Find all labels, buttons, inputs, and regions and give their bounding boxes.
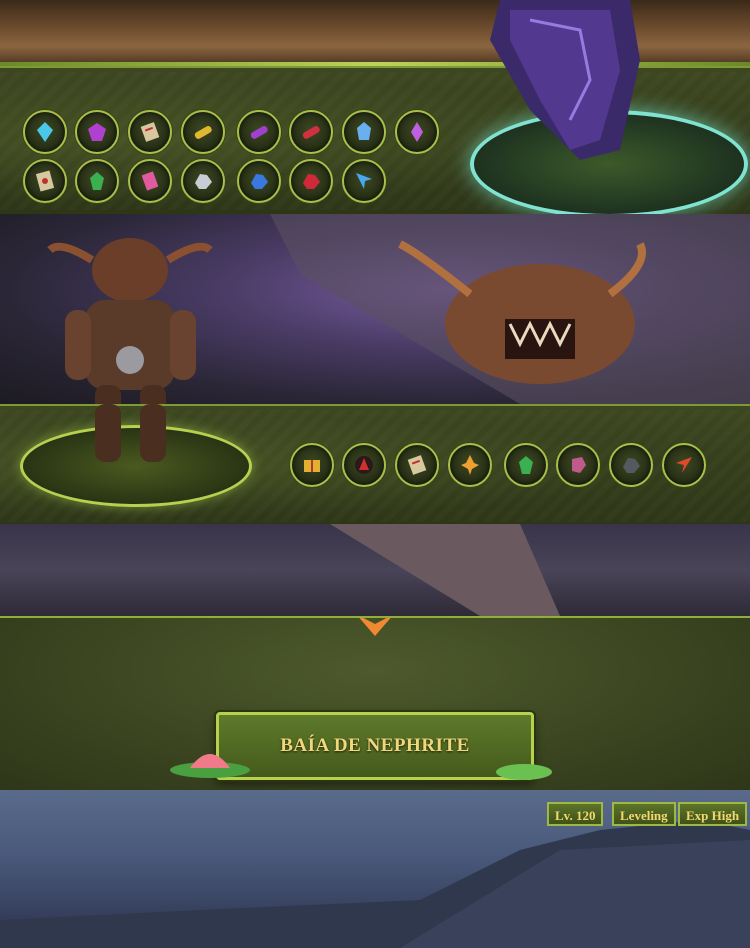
blue-arrow-icon	[356, 173, 372, 189]
reward-slot[interactable]	[662, 443, 706, 487]
zone-title: BAÍA DE NEPHRITE	[280, 735, 470, 756]
gold-chest-icon	[304, 460, 320, 472]
pink-stone-icon	[572, 457, 586, 473]
reward-slot[interactable]	[395, 443, 439, 487]
reward-slot[interactable]	[181, 159, 225, 203]
red-arrow-icon	[676, 457, 692, 473]
cyan-crystal-icon	[37, 122, 53, 142]
gold-scroll-icon	[194, 125, 212, 139]
silver-ore-icon	[195, 174, 212, 189]
crystal-obelisk	[490, 0, 640, 160]
minotaur-legs	[95, 404, 166, 462]
level-badge: Lv. 120	[547, 802, 604, 826]
reward-slot[interactable]	[23, 159, 67, 203]
green-crystal-icon	[519, 456, 533, 474]
purple-scroll-icon	[250, 125, 268, 139]
red-scroll-icon	[302, 125, 320, 139]
reward-slot[interactable]	[128, 110, 172, 154]
green-crystal-icon	[90, 172, 104, 190]
reward-slot[interactable]	[342, 443, 386, 487]
blue-ore-icon	[251, 174, 268, 189]
reward-slot[interactable]	[395, 110, 439, 154]
reward-slot[interactable]	[75, 159, 119, 203]
violet-crystal-icon	[411, 122, 423, 142]
leveling-badge: Leveling	[612, 802, 676, 826]
reward-slot[interactable]	[609, 443, 653, 487]
reward-slot[interactable]	[237, 110, 281, 154]
reward-slot[interactable]	[342, 159, 386, 203]
reward-slot[interactable]	[237, 159, 281, 203]
reward-slot[interactable]	[75, 110, 119, 154]
reward-slot[interactable]	[128, 159, 172, 203]
pink-shard-icon	[141, 171, 159, 191]
flame-crest-icon	[461, 455, 479, 475]
red-sigil-icon	[355, 456, 373, 474]
purple-gem-icon	[88, 123, 106, 141]
zone-title-plaque: BAÍA DE NEPHRITE	[216, 712, 534, 780]
exp-badge: Exp High	[678, 802, 748, 826]
reward-slot[interactable]	[448, 443, 492, 487]
lotus-flower-icon	[170, 754, 250, 778]
blue-crystal-icon	[357, 122, 371, 140]
divider-crest-icon	[359, 618, 391, 636]
scroll-icon	[140, 122, 160, 142]
red-ore-icon	[303, 174, 320, 189]
boss-scene-lower	[0, 524, 750, 616]
wing-artwork	[330, 524, 560, 616]
lily-pad-icon	[496, 764, 552, 780]
reward-slot[interactable]	[342, 110, 386, 154]
reward-slot[interactable]	[290, 443, 334, 487]
dark-ore-icon	[623, 458, 640, 473]
reward-slot[interactable]	[504, 443, 548, 487]
talisman-icon	[35, 170, 55, 192]
scroll-icon	[407, 455, 427, 475]
reward-slot[interactable]	[289, 110, 333, 154]
reward-slot[interactable]	[556, 443, 600, 487]
reward-slot[interactable]	[23, 110, 67, 154]
reward-slot[interactable]	[289, 159, 333, 203]
reward-slot[interactable]	[181, 110, 225, 154]
